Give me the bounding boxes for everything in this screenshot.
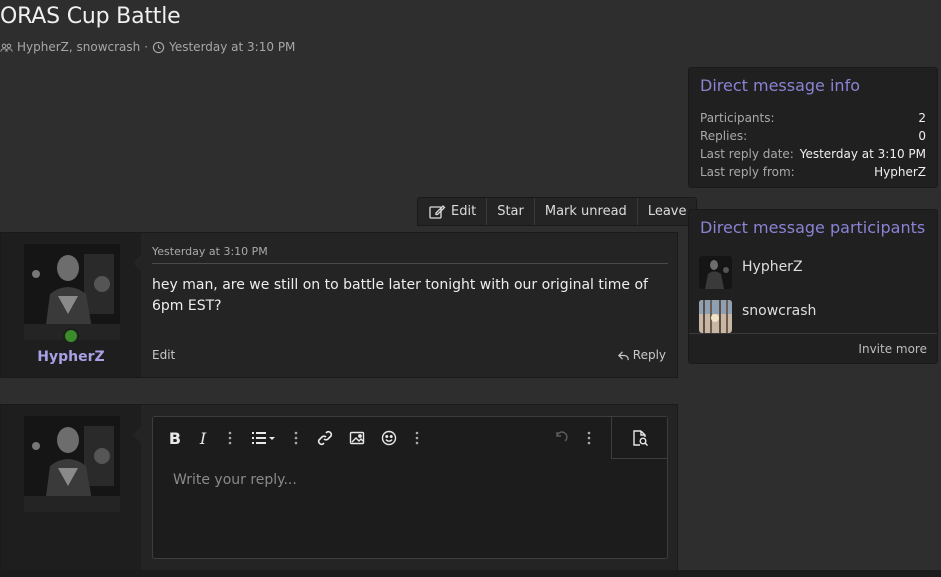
info-row-last-reply-date: Last reply date: Yesterday at 3:10 PM: [700, 145, 926, 163]
italic-icon[interactable]: I: [189, 422, 217, 454]
more-options-icon[interactable]: [405, 422, 429, 454]
info-title: Direct message info: [700, 76, 860, 95]
reply-icon: [617, 350, 629, 360]
info-label: Participants:: [700, 111, 775, 125]
message-action-bar: Edit Star Mark unread Leave: [417, 197, 698, 226]
page-title: ORAS Cup Battle: [0, 4, 181, 29]
info-value[interactable]: HypherZ: [874, 163, 926, 181]
star-button[interactable]: Star: [486, 198, 534, 225]
reply-input-placeholder[interactable]: Write your reply...: [173, 472, 297, 488]
users-icon: [0, 43, 13, 52]
thread-meta: HypherZ, snowcrash · Yesterday at 3:10 P…: [0, 40, 295, 54]
bold-icon[interactable]: B: [161, 422, 189, 454]
undo-icon[interactable]: [547, 422, 575, 454]
preview-button[interactable]: [611, 417, 667, 459]
reply-user-panel: [1, 405, 141, 576]
thread-date[interactable]: Yesterday at 3:10 PM: [169, 40, 295, 54]
more-options-icon[interactable]: [283, 422, 309, 454]
message-user-panel: HypherZ: [1, 233, 141, 377]
avatar[interactable]: [24, 416, 120, 512]
message-arrow: [133, 255, 141, 271]
list-icon[interactable]: [243, 422, 283, 454]
reply-block: B I Write your reply...: [0, 404, 678, 577]
mark-unread-button[interactable]: Mark unread: [533, 198, 637, 225]
reply-label: Reply: [632, 348, 666, 362]
participant-name[interactable]: HypherZ: [742, 259, 803, 275]
avatar-image: [24, 244, 120, 340]
avatar[interactable]: [24, 244, 120, 340]
invite-more-link[interactable]: Invite more: [689, 333, 937, 363]
avatar[interactable]: [699, 299, 732, 333]
meta-separator: ·: [144, 40, 149, 54]
direct-message-info: Direct message info Participants: 2 Repl…: [688, 67, 938, 188]
reply-editor[interactable]: B I Write your reply...: [152, 416, 668, 559]
message-edit-link[interactable]: Edit: [152, 348, 175, 362]
message-reply-button[interactable]: Reply: [617, 348, 666, 362]
preview-icon: [632, 429, 648, 446]
thread-participants[interactable]: HypherZ, snowcrash: [17, 40, 140, 54]
direct-message-participants: Direct message participants HypherZ snow…: [688, 209, 938, 364]
more-options-icon[interactable]: [575, 422, 603, 454]
participant-item[interactable]: HypherZ: [689, 250, 937, 294]
participant-name[interactable]: snowcrash: [742, 303, 816, 319]
edit-label: Edit: [451, 204, 477, 219]
emoji-icon[interactable]: [373, 422, 405, 454]
message-body: hey man, are we still on to battle later…: [152, 277, 648, 314]
online-indicator: [63, 328, 79, 344]
info-value: 2: [918, 111, 926, 125]
message-date[interactable]: Yesterday at 3:10 PM: [152, 245, 268, 258]
link-icon[interactable]: [309, 422, 341, 454]
message-post: HypherZ Yesterday at 3:10 PM hey man, ar…: [0, 232, 678, 378]
edit-button[interactable]: Edit: [418, 198, 486, 225]
info-row-participants: Participants: 2: [700, 109, 926, 127]
info-value[interactable]: Yesterday at 3:10 PM: [800, 145, 926, 163]
info-label: Last reply from:: [700, 165, 795, 179]
avatar-image: [24, 416, 120, 512]
editor-toolbar: B I: [153, 417, 667, 459]
image-icon[interactable]: [341, 422, 373, 454]
avatar[interactable]: [699, 255, 732, 289]
bottom-bar: [0, 570, 941, 577]
clock-icon: [152, 41, 165, 53]
more-options-icon[interactable]: [217, 422, 243, 454]
info-label: Replies:: [700, 129, 748, 143]
participants-title: Direct message participants: [700, 218, 926, 237]
reply-arrow: [133, 427, 141, 443]
info-row-last-reply-from: Last reply from: HypherZ: [700, 163, 926, 181]
participant-item[interactable]: snowcrash: [689, 294, 937, 338]
info-value: 0: [918, 129, 926, 143]
edit-icon: [429, 204, 446, 219]
message-author[interactable]: HypherZ: [1, 349, 141, 365]
divider: [152, 263, 668, 264]
info-label: Last reply date:: [700, 147, 794, 161]
info-row-replies: Replies: 0: [700, 127, 926, 145]
